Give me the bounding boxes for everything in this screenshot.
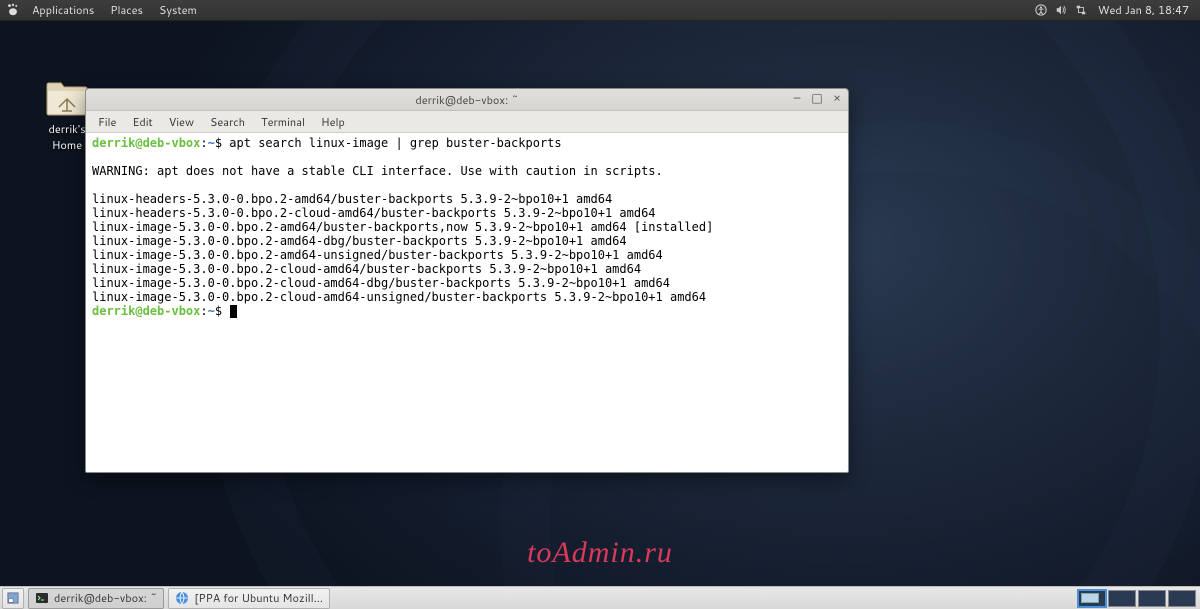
prompt-sep: :	[200, 304, 207, 318]
window-title: derrik@deb-vbox: ~	[86, 92, 848, 108]
window-maximize-button[interactable]: □	[810, 91, 824, 105]
warning-line: WARNING: apt does not have a stable CLI …	[92, 164, 663, 178]
prompt-user: derrik@deb-vbox	[92, 136, 200, 150]
home-folder-icon	[45, 81, 89, 117]
terminal-icon	[35, 591, 49, 605]
panel-menu-places[interactable]: Places	[102, 0, 151, 21]
terminal-output-area[interactable]: derrik@deb-vbox:~$ apt search linux-imag…	[86, 133, 848, 472]
menu-file[interactable]: File	[90, 111, 124, 133]
prompt-dollar: $	[215, 136, 229, 150]
network-icon[interactable]	[1074, 3, 1088, 17]
workspace-4[interactable]	[1168, 590, 1196, 607]
output-line: linux-image-5.3.0-0.bpo.2-cloud-amd64-un…	[92, 290, 706, 304]
output-line: linux-image-5.3.0-0.bpo.2-amd64/buster-b…	[92, 220, 713, 234]
top-panel: Applications Places System Wed Jan 8, 18…	[0, 0, 1200, 21]
workspace-3[interactable]	[1138, 590, 1166, 607]
taskbar-item-terminal[interactable]: derrik@deb-vbox: ~	[28, 588, 164, 609]
menu-view[interactable]: View	[161, 111, 202, 133]
terminal-cursor	[230, 305, 237, 318]
output-line: linux-image-5.3.0-0.bpo.2-cloud-amd64-db…	[92, 276, 670, 290]
globe-icon	[175, 591, 189, 605]
prompt-user: derrik@deb-vbox	[92, 304, 200, 318]
menu-edit[interactable]: Edit	[124, 111, 160, 133]
menu-help[interactable]: Help	[313, 111, 353, 133]
workspace-2[interactable]	[1108, 590, 1136, 607]
terminal-window: derrik@deb-vbox: ~ – □ × File Edit View …	[85, 88, 849, 473]
accessibility-icon[interactable]	[1034, 3, 1048, 17]
window-minimize-button[interactable]: –	[790, 91, 804, 105]
command-text: apt search linux-image | grep buster-bac…	[229, 136, 561, 150]
prompt-path: ~	[208, 136, 215, 150]
output-line: linux-image-5.3.0-0.bpo.2-cloud-amd64/bu…	[92, 262, 641, 276]
panel-menu-system[interactable]: System	[151, 0, 205, 21]
taskbar-item-browser[interactable]: [PPA for Ubuntu Mozill...	[168, 588, 330, 609]
menu-search[interactable]: Search	[202, 111, 253, 133]
prompt-path: ~	[208, 304, 215, 318]
taskbar-item-label: derrik@deb-vbox: ~	[54, 590, 157, 606]
gnome-foot-icon	[4, 1, 22, 19]
menu-terminal[interactable]: Terminal	[253, 111, 313, 133]
taskbar-item-label: [PPA for Ubuntu Mozill...	[194, 590, 323, 606]
prompt-sep: :	[200, 136, 207, 150]
window-close-button[interactable]: ×	[830, 91, 844, 105]
desktop[interactable]: derrik's Home derrik@deb-vbox: ~ – □ × F…	[0, 21, 1200, 586]
system-tray: Wed Jan 8, 18:47	[1034, 2, 1199, 18]
volume-icon[interactable]	[1054, 3, 1068, 17]
panel-clock[interactable]: Wed Jan 8, 18:47	[1094, 2, 1193, 18]
output-line: linux-headers-5.3.0-0.bpo.2-cloud-amd64/…	[92, 206, 656, 220]
terminal-menubar: File Edit View Search Terminal Help	[86, 111, 848, 133]
workspace-switcher	[1076, 588, 1198, 609]
watermark-text: toAdmin.ru	[527, 536, 673, 570]
window-titlebar[interactable]: derrik@deb-vbox: ~ – □ ×	[86, 89, 848, 111]
output-line: linux-headers-5.3.0-0.bpo.2-amd64/buster…	[92, 192, 612, 206]
output-line: linux-image-5.3.0-0.bpo.2-amd64-unsigned…	[92, 248, 663, 262]
bottom-panel: derrik@deb-vbox: ~ [PPA for Ubuntu Mozil…	[0, 586, 1200, 609]
workspace-1[interactable]	[1078, 590, 1106, 607]
output-line: linux-image-5.3.0-0.bpo.2-amd64-dbg/bust…	[92, 234, 627, 248]
panel-menu-applications[interactable]: Applications	[24, 0, 102, 21]
show-desktop-button[interactable]	[2, 588, 24, 609]
prompt-dollar: $	[215, 304, 229, 318]
